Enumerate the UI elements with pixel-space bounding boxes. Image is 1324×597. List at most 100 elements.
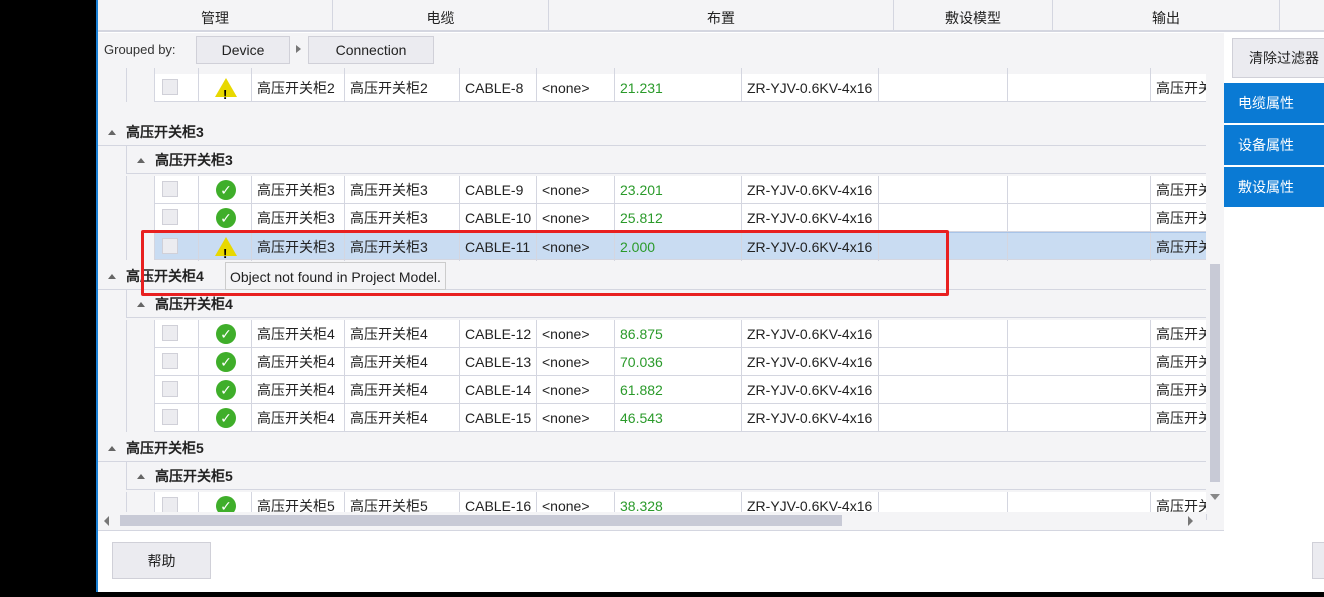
scroll-left-icon[interactable] [104,516,109,526]
row-indent [127,348,155,376]
row-indent [127,176,155,204]
cell-type: ZR-YJV-0.6KV-4x16 [742,74,879,102]
collapse-icon[interactable] [108,129,116,135]
checkbox-cell [155,204,199,232]
scroll-thumb[interactable] [120,515,842,526]
clear-filter-button[interactable]: 清除过滤器 [1232,38,1324,78]
cell-name: CABLE-15 [460,404,537,432]
checkbox-cell [155,376,199,404]
cell-status: <none> [537,320,615,348]
check-circle-icon: ✓ [216,408,236,428]
cell-type: ZR-YJV-0.6KV-4x16 [742,348,879,376]
status-icon-cell: ✓ [199,204,252,232]
group-title: 高压开关柜3 [155,152,233,168]
row-checkbox[interactable] [162,353,178,369]
tab-laying-model[interactable]: 敷设模型 [894,0,1053,30]
row-indent [127,404,155,432]
group-chip-device[interactable]: Device [196,36,290,64]
tab-output[interactable]: 输出 [1053,0,1280,30]
row-indent [98,232,127,260]
group-title: 高压开关柜5 [126,440,204,456]
table-row[interactable]: ✓ 高压开关柜4 高压开关柜4 CABLE-15 <none> 46.543 ZR-YJV-… [155,404,1207,432]
row-checkbox[interactable] [162,497,178,513]
collapse-icon[interactable] [108,273,116,279]
right-button[interactable] [1312,542,1324,579]
cell-empty [879,320,1008,348]
row-indent [98,74,127,102]
check-circle-icon: ✓ [216,352,236,372]
device-properties-button[interactable]: 设备属性 [1224,125,1324,165]
row-indent [98,146,127,174]
scroll-down-icon[interactable] [1210,494,1220,500]
cell-empty [1008,404,1151,432]
scroll-right-icon[interactable] [1188,516,1193,526]
group-row[interactable]: 高压开关柜3 [98,118,1206,146]
cell-length: 70.036 [615,348,742,376]
checkbox-cell [155,404,199,432]
tab-cable[interactable]: 电缆 [333,0,549,30]
table-row[interactable]: ✓ 高压开关柜3 高压开关柜3 CABLE-10 <none> 25.812 ZR-YJV-… [155,204,1207,232]
cell-device: 高压开关柜3 [252,204,345,232]
help-button[interactable]: 帮助 [112,542,211,579]
status-icon-cell: ✓ [199,376,252,404]
table-row[interactable]: ✓ 高压开关柜4 高压开关柜4 CABLE-13 <none> 70.036 ZR-YJV-… [155,348,1207,376]
cell-src: 高压开关 [1151,176,1207,204]
row-checkbox[interactable] [162,79,178,95]
horizontal-scrollbar[interactable] [98,512,1206,530]
cell-type: ZR-YJV-0.6KV-4x16 [742,204,879,232]
cell-name: CABLE-9 [460,176,537,204]
cable-properties-button[interactable]: 电缆属性 [1224,83,1324,123]
table-row[interactable]: ✓ 高压开关柜4 高压开关柜4 CABLE-14 <none> 61.882 ZR-YJV-… [155,376,1207,404]
row-checkbox[interactable] [162,381,178,397]
group-chip-connection[interactable]: Connection [308,36,434,64]
cell-connection: 高压开关柜3 [345,204,460,232]
collapse-icon[interactable] [137,157,145,163]
row-indent [127,204,155,232]
cell-device: 高压开关柜4 [252,348,345,376]
group-row[interactable]: 高压开关柜5 [98,434,1206,462]
row-indent [98,376,127,404]
group-title: 高压开关柜4 [155,296,233,312]
cell-empty [879,376,1008,404]
table-row[interactable]: ! 高压开关柜2 高压开关柜2 CABLE-8 <none> 21.231 ZR-YJV-0… [155,74,1207,102]
cell-length: 23.201 [615,176,742,204]
row-checkbox[interactable] [162,181,178,197]
laying-properties-button[interactable]: 敷设属性 [1224,167,1324,207]
cell-type: ZR-YJV-0.6KV-4x16 [742,376,879,404]
table-row[interactable]: ✓ 高压开关柜4 高压开关柜4 CABLE-12 <none> 86.875 ZR-YJV-… [155,320,1207,348]
collapse-icon[interactable] [137,301,145,307]
cell-length: 86.875 [615,320,742,348]
cell-device: 高压开关柜4 [252,404,345,432]
checkbox-cell [155,74,199,102]
cell-empty [1008,204,1151,232]
status-icon-cell: ✓ [199,176,252,204]
table-row[interactable]: ✓ 高压开关柜3 高压开关柜3 CABLE-9 <none> 23.201 ZR-YJV-0… [155,176,1207,204]
collapse-icon[interactable] [137,473,145,479]
cell-name: CABLE-12 [460,320,537,348]
subgroup-row[interactable]: 高压开关柜5 [127,462,1206,490]
row-checkbox[interactable] [162,409,178,425]
warning-icon: ! [215,78,237,102]
cell-connection: 高压开关柜4 [345,404,460,432]
collapse-icon[interactable] [108,445,116,451]
cell-empty [1008,233,1151,261]
tab-manage[interactable]: 管理 [98,0,333,30]
vertical-scrollbar[interactable] [1206,68,1224,514]
cell-connection: 高压开关柜4 [345,376,460,404]
tab-layout[interactable]: 布置 [549,0,894,30]
main-window: 管理 电缆 布置 敷设模型 输出 Grouped by: Device Conn… [96,0,1324,592]
cell-length: 61.882 [615,376,742,404]
cell-src: 高压开关 [1151,348,1207,376]
check-circle-icon: ✓ [216,380,236,400]
cell-src: 高压开关 [1151,233,1207,261]
row-checkbox[interactable] [162,209,178,225]
subgroup-row[interactable]: 高压开关柜3 [127,146,1206,174]
cell-src: 高压开关 [1151,204,1207,232]
cell-empty [879,74,1008,102]
row-checkbox[interactable] [162,325,178,341]
check-circle-icon: ✓ [216,180,236,200]
cell-device: 高压开关柜4 [252,320,345,348]
right-panel: 清除过滤器 电缆属性 设备属性 敷设属性 [1224,33,1324,530]
scroll-thumb[interactable] [1210,264,1220,482]
cable-grid: DeviceConnectionNameStatusCable LengthCa… [98,68,1224,530]
